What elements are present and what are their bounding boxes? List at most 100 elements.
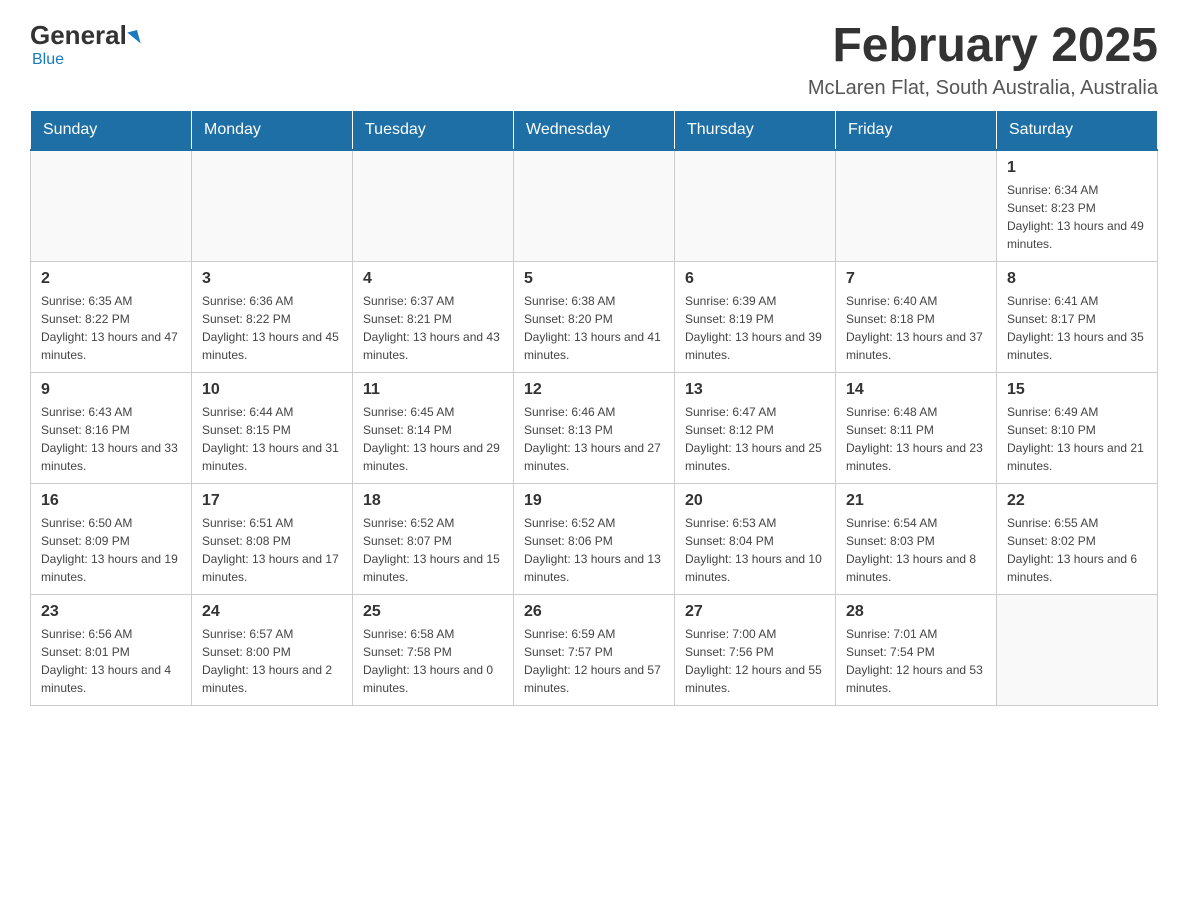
day-info: Sunrise: 6:36 AMSunset: 8:22 PMDaylight:… [202,292,342,364]
title-block: February 2025 McLaren Flat, South Austra… [808,20,1158,100]
calendar-cell [514,150,675,262]
calendar-cell [192,150,353,262]
calendar-cell: 21 Sunrise: 6:54 AMSunset: 8:03 PMDayligh… [836,483,997,594]
calendar-cell: 11 Sunrise: 6:45 AMSunset: 8:14 PMDayligh… [353,372,514,483]
day-number: 27 [685,603,825,621]
day-info: Sunrise: 6:37 AMSunset: 8:21 PMDaylight:… [363,292,503,364]
day-info: Sunrise: 6:51 AMSunset: 8:08 PMDaylight:… [202,514,342,586]
day-info: Sunrise: 6:57 AMSunset: 8:00 PMDaylight:… [202,625,342,697]
calendar-cell: 28Sunrise: 7:01 AMSunset: 7:54 PMDayligh… [836,594,997,705]
calendar-cell: 27 Sunrise: 7:00 AMSunset: 7:56 PMDayligh… [675,594,836,705]
calendar-cell: 1 Sunrise: 6:34 AMSunset: 8:23 PMDaylight… [997,150,1158,262]
day-number: 16 [41,492,181,510]
day-info: Sunrise: 6:52 AMSunset: 8:07 PMDaylight:… [363,514,503,586]
day-header-row: SundayMondayTuesdayWednesdayThursdayFrid… [31,110,1158,150]
logo-blue-text: Blue [32,51,64,69]
day-info: Sunrise: 6:55 AMSunset: 8:02 PMDaylight:… [1007,514,1147,586]
day-number: 21 [846,492,986,510]
calendar-cell: 25 Sunrise: 6:58 AMSunset: 7:58 PMDayligh… [353,594,514,705]
calendar-cell: 12Sunrise: 6:46 AMSunset: 8:13 PMDayligh… [514,372,675,483]
calendar-cell: 16Sunrise: 6:50 AMSunset: 8:09 PMDayligh… [31,483,192,594]
calendar-header: SundayMondayTuesdayWednesdayThursdayFrid… [31,110,1158,150]
day-number: 8 [1007,270,1147,288]
day-number: 7 [846,270,986,288]
logo: General Blue [30,20,139,69]
day-info: Sunrise: 6:46 AMSunset: 8:13 PMDaylight:… [524,403,664,475]
day-number: 9 [41,381,181,399]
calendar-cell: 8 Sunrise: 6:41 AMSunset: 8:17 PMDaylight… [997,261,1158,372]
day-info: Sunrise: 6:40 AMSunset: 8:18 PMDaylight:… [846,292,986,364]
calendar-cell: 9 Sunrise: 6:43 AMSunset: 8:16 PMDaylight… [31,372,192,483]
day-info: Sunrise: 6:45 AMSunset: 8:14 PMDaylight:… [363,403,503,475]
day-header-tuesday: Tuesday [353,110,514,150]
page-title: February 2025 [808,20,1158,73]
calendar-cell [31,150,192,262]
day-number: 1 [1007,159,1147,177]
day-number: 15 [1007,381,1147,399]
day-number: 17 [202,492,342,510]
day-info: Sunrise: 6:48 AMSunset: 8:11 PMDaylight:… [846,403,986,475]
calendar-week-4: 16Sunrise: 6:50 AMSunset: 8:09 PMDayligh… [31,483,1158,594]
day-number: 24 [202,603,342,621]
calendar-cell: 10 Sunrise: 6:44 AMSunset: 8:15 PMDayligh… [192,372,353,483]
day-info: Sunrise: 6:49 AMSunset: 8:10 PMDaylight:… [1007,403,1147,475]
calendar-week-1: 1 Sunrise: 6:34 AMSunset: 8:23 PMDaylight… [31,150,1158,262]
day-number: 20 [685,492,825,510]
calendar-cell: 15 Sunrise: 6:49 AMSunset: 8:10 PMDayligh… [997,372,1158,483]
page-subtitle: McLaren Flat, South Australia, Australia [808,77,1158,100]
calendar-body: 1 Sunrise: 6:34 AMSunset: 8:23 PMDaylight… [31,150,1158,706]
day-number: 4 [363,270,503,288]
calendar-cell: 22 Sunrise: 6:55 AMSunset: 8:02 PMDayligh… [997,483,1158,594]
day-info: Sunrise: 6:44 AMSunset: 8:15 PMDaylight:… [202,403,342,475]
page-header: General Blue February 2025 McLaren Flat,… [30,20,1158,100]
calendar-cell: 14Sunrise: 6:48 AMSunset: 8:11 PMDayligh… [836,372,997,483]
day-info: Sunrise: 6:52 AMSunset: 8:06 PMDaylight:… [524,514,664,586]
day-number: 25 [363,603,503,621]
day-number: 6 [685,270,825,288]
day-number: 19 [524,492,664,510]
calendar-week-3: 9 Sunrise: 6:43 AMSunset: 8:16 PMDaylight… [31,372,1158,483]
day-info: Sunrise: 6:43 AMSunset: 8:16 PMDaylight:… [41,403,181,475]
calendar-week-5: 23 Sunrise: 6:56 AMSunset: 8:01 PMDayligh… [31,594,1158,705]
calendar-cell: 19 Sunrise: 6:52 AMSunset: 8:06 PMDayligh… [514,483,675,594]
calendar-cell: 13 Sunrise: 6:47 AMSunset: 8:12 PMDayligh… [675,372,836,483]
day-number: 11 [363,381,503,399]
day-info: Sunrise: 6:39 AMSunset: 8:19 PMDaylight:… [685,292,825,364]
day-number: 2 [41,270,181,288]
day-number: 18 [363,492,503,510]
day-info: Sunrise: 6:41 AMSunset: 8:17 PMDaylight:… [1007,292,1147,364]
day-number: 23 [41,603,181,621]
day-info: Sunrise: 6:58 AMSunset: 7:58 PMDaylight:… [363,625,503,697]
day-header-thursday: Thursday [675,110,836,150]
calendar-cell: 5 Sunrise: 6:38 AMSunset: 8:20 PMDaylight… [514,261,675,372]
day-info: Sunrise: 6:54 AMSunset: 8:03 PMDaylight:… [846,514,986,586]
day-number: 28 [846,603,986,621]
day-info: Sunrise: 6:56 AMSunset: 8:01 PMDaylight:… [41,625,181,697]
day-header-wednesday: Wednesday [514,110,675,150]
day-number: 5 [524,270,664,288]
day-number: 26 [524,603,664,621]
day-number: 13 [685,381,825,399]
day-header-saturday: Saturday [997,110,1158,150]
calendar-cell: 18 Sunrise: 6:52 AMSunset: 8:07 PMDayligh… [353,483,514,594]
calendar-cell: 4 Sunrise: 6:37 AMSunset: 8:21 PMDaylight… [353,261,514,372]
calendar-cell [353,150,514,262]
calendar-table: SundayMondayTuesdayWednesdayThursdayFrid… [30,110,1158,706]
calendar-cell: 23 Sunrise: 6:56 AMSunset: 8:01 PMDayligh… [31,594,192,705]
calendar-week-2: 2 Sunrise: 6:35 AMSunset: 8:22 PMDaylight… [31,261,1158,372]
day-number: 22 [1007,492,1147,510]
day-info: Sunrise: 6:34 AMSunset: 8:23 PMDaylight:… [1007,181,1147,253]
calendar-cell: 3Sunrise: 6:36 AMSunset: 8:22 PMDaylight… [192,261,353,372]
day-number: 10 [202,381,342,399]
day-info: Sunrise: 7:00 AMSunset: 7:56 PMDaylight:… [685,625,825,697]
calendar-cell: 17 Sunrise: 6:51 AMSunset: 8:08 PMDayligh… [192,483,353,594]
calendar-cell: 6 Sunrise: 6:39 AMSunset: 8:19 PMDaylight… [675,261,836,372]
day-info: Sunrise: 6:38 AMSunset: 8:20 PMDaylight:… [524,292,664,364]
calendar-cell [836,150,997,262]
day-info: Sunrise: 6:47 AMSunset: 8:12 PMDaylight:… [685,403,825,475]
day-info: Sunrise: 6:35 AMSunset: 8:22 PMDaylight:… [41,292,181,364]
calendar-cell: 24 Sunrise: 6:57 AMSunset: 8:00 PMDayligh… [192,594,353,705]
day-info: Sunrise: 6:59 AMSunset: 7:57 PMDaylight:… [524,625,664,697]
day-header-sunday: Sunday [31,110,192,150]
calendar-cell: 26 Sunrise: 6:59 AMSunset: 7:57 PMDayligh… [514,594,675,705]
